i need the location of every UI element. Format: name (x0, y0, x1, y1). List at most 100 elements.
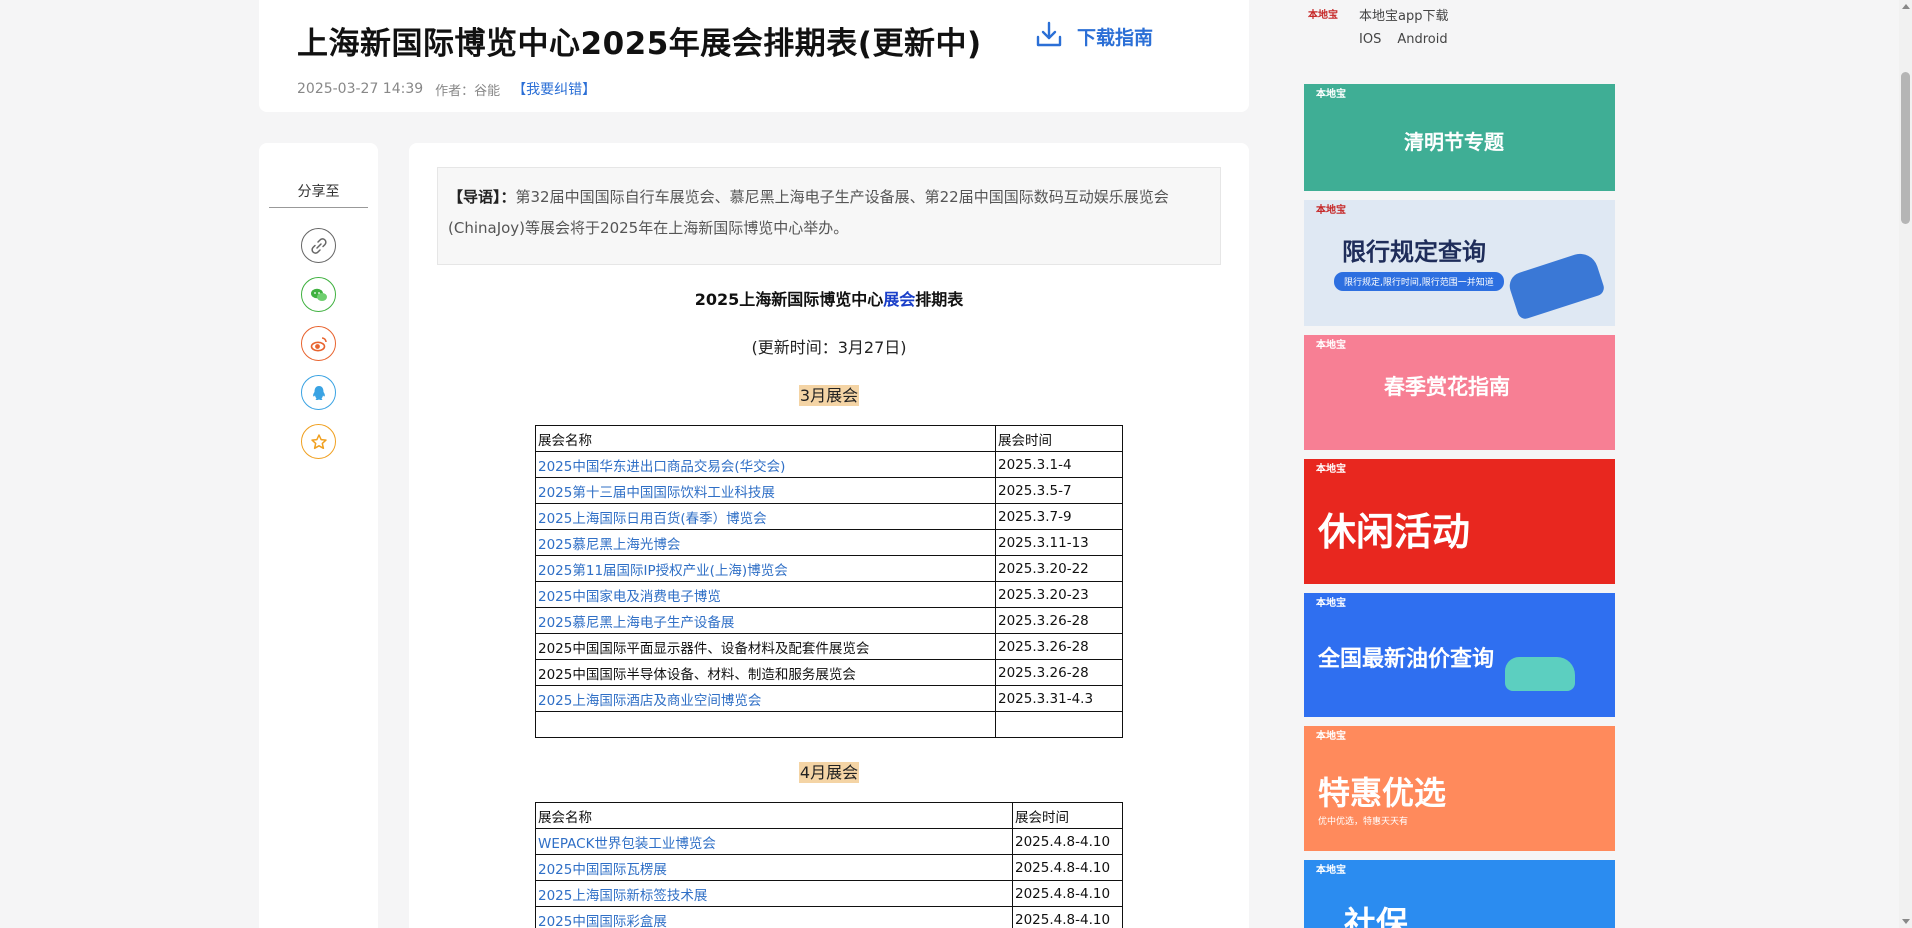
expo-link[interactable]: 2025中国国际彩盒展 (538, 914, 667, 928)
qq-icon (312, 385, 325, 400)
expo-time-cell: 2025.3.26-28 (995, 659, 1123, 686)
expo-name-cell: 2025上海国际新标签技术展 (535, 880, 1013, 907)
share-qq-button[interactable] (301, 375, 336, 410)
april-heading-text: 4月展会 (798, 762, 860, 783)
page-title: 上海新国际博览中心2025年展会排期表(更新中) (297, 26, 982, 62)
expo-name-cell: 2025上海国际酒店及商业空间博览会 (535, 685, 996, 712)
banner-logo: 本地宝 (1316, 89, 1346, 100)
expo-link[interactable]: WEPACK世界包装工业博览会 (538, 836, 716, 852)
table-header-row: 展会名称 展会时间 (535, 802, 1123, 829)
banner-logo: 本地宝 (1316, 731, 1346, 742)
expo-time-cell: 2025.3.26-28 (995, 633, 1123, 660)
banner-deals[interactable]: 本地宝特惠优选优中优选，特惠天天有 (1304, 726, 1615, 851)
car-illustration (1506, 249, 1606, 321)
expo-link[interactable]: 2025中国国际瓦楞展 (538, 862, 667, 878)
schedule-title-prefix: 2025上海新国际博览中心 (694, 290, 884, 309)
banner-title: 全国最新油价查询 (1318, 647, 1495, 672)
table-row: 2025第十三届中国国际饮料工业科技展 2025.3.5-7 (535, 477, 1123, 504)
share-link-button[interactable] (301, 228, 336, 263)
table-row: 2025上海国际日用百货(春季）博览会 2025.3.7-9 (535, 503, 1123, 530)
expo-time-cell: 2025.4.8-4.10 (1012, 880, 1123, 907)
banner-traffic-restriction[interactable]: 本地宝 限行规定查询 限行规定,限行时间,限行范围一并知道 (1304, 200, 1615, 326)
update-time: (更新时间：3月27日) (751, 338, 907, 357)
expo-name-cell: 2025中国华东进出口商品交易会(华交会) (535, 451, 996, 478)
banner-qingming[interactable]: 本地宝清明节专题 (1304, 84, 1615, 191)
scroll-up-arrow[interactable] (1902, 4, 1910, 9)
expo-name-cell: 2025中国国际彩盒展 (535, 906, 1013, 928)
scrollbar[interactable] (1899, 0, 1912, 928)
banner-subtitle: 限行规定,限行时间,限行范围一并知道 (1334, 272, 1504, 291)
banner-title: 限行规定查询 (1342, 238, 1486, 266)
android-download-link[interactable]: Android (1397, 32, 1447, 47)
expo-name-cell: 2025中国国际瓦楞展 (535, 854, 1013, 881)
expo-name-cell (535, 711, 996, 738)
banner-leisure[interactable]: 本地宝 休闲活动 (1304, 459, 1615, 584)
share-label: 分享至 (269, 181, 368, 208)
expo-name-cell: 2025中国国际半导体设备、材料、制造和服务展览会 (535, 659, 996, 686)
banner-logo: 本地宝 (1316, 598, 1346, 609)
expo-name-cell: 2025上海国际日用百货(春季）博览会 (535, 503, 996, 530)
schedule-title-suffix: 排期表 (915, 290, 964, 309)
expo-link[interactable]: 2025上海国际日用百货(春季）博览会 (538, 511, 767, 527)
banner-oil-price[interactable]: 本地宝全国最新油价查询 (1304, 593, 1615, 717)
banner-logo: 本地宝 (1316, 865, 1346, 876)
article-intro: 【导语】：第32届中国国际自行车展览会、慕尼黑上海电子生产设备展、第22届中国国… (437, 167, 1221, 265)
schedule-title-keyword: 展会 (883, 290, 916, 309)
author: 作者：谷能 (435, 83, 501, 99)
march-heading-text: 3月展会 (798, 385, 860, 406)
column-header-name: 展会名称 (535, 802, 1013, 829)
table-row: 2025第11届国际IP授权产业(上海)博览会 2025.3.20-22 (535, 555, 1123, 582)
ios-download-link[interactable]: IOS (1359, 32, 1381, 47)
download-guide-button[interactable]: 下载指南 (1035, 20, 1153, 53)
expo-time-cell: 2025.3.20-22 (995, 555, 1123, 582)
expo-link[interactable]: 2025中国华东进出口商品交易会(华交会) (538, 459, 785, 475)
table-row (535, 711, 1123, 738)
table-row: WEPACK世界包装工业博览会 2025.4.8-4.10 (535, 828, 1123, 855)
expo-link[interactable]: 2025上海国际新标签技术展 (538, 888, 707, 904)
table-header-row: 展会名称 展会时间 (535, 425, 1123, 452)
table-row: 2025中国国际平面显示器件、设备材料及配套件展览会 2025.3.26-28 (535, 633, 1123, 660)
download-guide-label: 下载指南 (1077, 27, 1154, 49)
app-logo[interactable]: 本地宝 (1304, 10, 1342, 36)
publish-date: 2025-03-27 14:39 (297, 81, 424, 97)
schedule-title: 2025上海新国际博览中心展会排期表 (409, 286, 1249, 310)
download-icon (1035, 20, 1063, 53)
expo-time-cell: 2025.3.20-23 (995, 581, 1123, 608)
banner-title: 休闲活动 (1318, 510, 1471, 554)
expo-link[interactable]: 2025中国家电及消费电子博览 (538, 589, 721, 605)
share-favorite-button[interactable] (301, 424, 336, 459)
report-error-link[interactable]: 【我要纠错】 (512, 79, 596, 99)
expo-name-cell: 2025第11届国际IP授权产业(上海)博览会 (535, 555, 996, 582)
scroll-down-arrow[interactable] (1902, 919, 1910, 924)
april-expo-table: 展会名称 展会时间 WEPACK世界包装工业博览会 2025.4.8-4.10 20… (535, 802, 1123, 928)
banner-social-security[interactable]: 本地宝 社保 (1304, 860, 1615, 928)
column-header-time: 展会时间 (995, 425, 1123, 452)
expo-link[interactable]: 2025慕尼黑上海光博会 (538, 537, 680, 553)
banner-subtitle: 优中优选，特惠天天有 (1318, 817, 1409, 827)
scroll-thumb[interactable] (1901, 72, 1910, 224)
app-logo-text: 本地宝 (1308, 10, 1338, 21)
expo-link[interactable]: 2025第十三届中国国际饮料工业科技展 (538, 485, 775, 501)
banner-title: 特惠优选 (1318, 774, 1447, 812)
banner-title: 春季赏花指南 (1384, 375, 1510, 399)
expo-link[interactable]: 2025慕尼黑上海电子生产设备展 (538, 615, 734, 631)
expo-time-cell: 2025.3.11-13 (995, 529, 1123, 556)
banner-title: 清明节专题 (1404, 130, 1504, 154)
expo-link[interactable]: 2025上海国际酒店及商业空间博览会 (538, 693, 761, 709)
banner-spring-flowers[interactable]: 本地宝 春季赏花指南 (1304, 335, 1615, 450)
article-body: 【导语】：第32届中国国际自行车展览会、慕尼黑上海电子生产设备展、第22届中国国… (409, 143, 1249, 928)
intro-text: 第32届中国国际自行车展览会、慕尼黑上海电子生产设备展、第22届中国国际数码互动… (448, 188, 1169, 237)
expo-name-cell: 2025第十三届中国国际饮料工业科技展 (535, 477, 996, 504)
expo-name-cell: 2025慕尼黑上海电子生产设备展 (535, 607, 996, 634)
table-row: 2025中国国际瓦楞展 2025.4.8-4.10 (535, 854, 1123, 881)
table-row: 2025慕尼黑上海光博会 2025.3.11-13 (535, 529, 1123, 556)
expo-time-cell: 2025.3.26-28 (995, 607, 1123, 634)
expo-name-cell: 2025慕尼黑上海光博会 (535, 529, 996, 556)
share-weibo-button[interactable] (301, 326, 336, 361)
expo-name-cell: 2025中国国际平面显示器件、设备材料及配套件展览会 (535, 633, 996, 660)
share-wechat-button[interactable] (301, 277, 336, 312)
table-row: 2025上海国际酒店及商业空间博览会 2025.3.31-4.3 (535, 685, 1123, 712)
article-meta: 2025-03-27 14:39 作者：谷能 【我要纠错】 (297, 79, 596, 99)
expo-link[interactable]: 2025第11届国际IP授权产业(上海)博览会 (538, 563, 788, 579)
favorite-icon (310, 433, 327, 449)
